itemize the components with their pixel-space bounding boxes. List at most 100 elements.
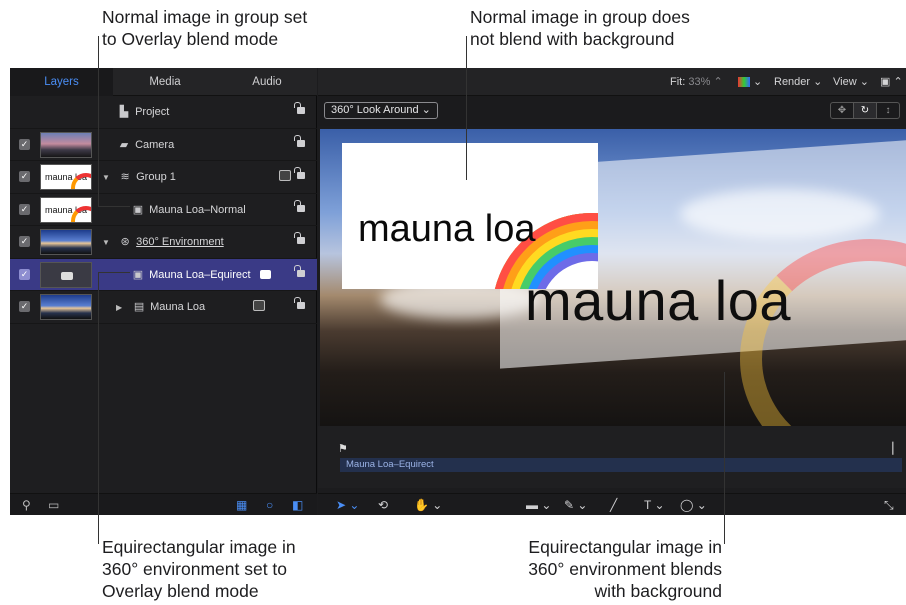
timeline-clip-label: Mauna Loa–Equirect (346, 459, 434, 470)
mask-icon[interactable]: ○ (266, 497, 273, 513)
camera-icon: ▰ (119, 138, 129, 151)
leader-line (466, 36, 467, 180)
look-around-menu[interactable]: 360° Look Around ⌄ (324, 102, 438, 119)
layer-checkbox[interactable]: ✓ (19, 236, 30, 247)
layer-thumbnail (40, 131, 92, 158)
lock-icon[interactable] (294, 297, 305, 309)
canvas-viewer[interactable]: mauna loa mauna loa (320, 129, 906, 426)
shape-tool-icon[interactable]: ▬ ⌄ (526, 494, 551, 515)
tab-media[interactable]: Media (113, 68, 217, 96)
stack-icon[interactable]: ◧ (292, 497, 303, 513)
checker-icon[interactable]: ▦ (236, 497, 247, 513)
end-marker-icon[interactable]: ⎮ (890, 442, 896, 456)
clip-icon (253, 300, 265, 311)
bezier-tool-icon[interactable]: ✎ ⌄ (564, 494, 587, 515)
callout-line: Equirectangular image in (528, 537, 722, 557)
layer-label: Mauna Loa (150, 301, 206, 313)
layer-label: Camera (135, 138, 175, 151)
layer-checkbox[interactable]: ✓ (19, 203, 30, 215)
group-icon: ≋ (120, 171, 130, 183)
mini-timeline: ⚑ ⎮ Mauna Loa–Equirect (318, 426, 906, 488)
callout-line: 360° environment set to (102, 559, 288, 579)
callout-bottom-left: Equirectangular image in 360° environmen… (102, 536, 296, 602)
layer-label: Group 1 (136, 171, 176, 183)
layer-checkbox[interactable]: ✓ (19, 138, 30, 150)
badge-icon (259, 270, 271, 280)
layer-label: Mauna Loa–Equirect (149, 268, 251, 281)
render-menu[interactable]: Render ⌄ (774, 68, 822, 96)
layer-row-group-1[interactable]: ✓ mauna loa ▼ ≋ Group 1 (10, 161, 317, 194)
color-channels-icon[interactable]: ⌄ (738, 68, 762, 96)
layer-row-project[interactable]: ▙ Project (10, 96, 317, 129)
layer-thumbnail: mauna loa (40, 164, 92, 190)
leader-line (98, 272, 99, 544)
normal-image-card: mauna loa (342, 143, 598, 289)
lock-icon[interactable] (294, 167, 305, 179)
layer-thumbnail: mauna loa (40, 196, 92, 223)
layer-checkbox[interactable]: ✓ (19, 301, 30, 312)
layer-row-mauna-loa-normal[interactable]: ✓ mauna loa ▣ Mauna Loa–Normal (10, 194, 317, 226)
callout-line: to Overlay blend mode (102, 29, 279, 49)
leader-line (98, 36, 99, 206)
fit-label: Fit: (670, 76, 686, 88)
thumbnail-toggle-icon[interactable]: ▭ (48, 497, 59, 513)
window-layout-icon[interactable]: ▣ ⌃ (880, 68, 903, 96)
text-tool-icon[interactable]: T ⌄ (644, 494, 665, 515)
environment-icon: ⊛ (120, 236, 130, 248)
layers-panel: Layers Media Audio ▙ Project ✓ ▰ Camera (10, 68, 317, 515)
layer-row-camera[interactable]: ✓ ▰ Camera (10, 129, 317, 161)
leader-line (98, 206, 130, 207)
select-tool-icon[interactable]: ➤ ⌄ (336, 494, 359, 515)
lock-icon[interactable] (294, 232, 305, 244)
callout-top-right: Normal image in group does not blend wit… (470, 6, 690, 50)
look-around-label: 360° Look Around (331, 104, 419, 116)
callout-line: not blend with background (470, 29, 675, 49)
layer-label: Mauna Loa–Normal (149, 203, 246, 216)
lock-icon[interactable] (294, 134, 305, 147)
lock-icon[interactable] (294, 264, 305, 277)
expand-icon[interactable]: ⤡ (884, 494, 894, 515)
callout-line: 360° environment blends (528, 559, 722, 579)
card-text: mauna loa (358, 208, 536, 250)
disclosure-triangle-icon[interactable]: ▼ (102, 162, 114, 194)
layer-checkbox[interactable]: ✓ (19, 171, 30, 182)
mask-tool-icon[interactable]: ◯ ⌄ (680, 494, 707, 515)
project-icon: ▙ (119, 106, 129, 118)
canvas-subtoolbar: 360° Look Around ⌄ ✥ ↻ ↕ (318, 96, 906, 126)
leader-line (98, 272, 130, 273)
disclosure-triangle-right-icon[interactable]: ▶ (116, 292, 128, 324)
layer-row-mauna-loa-equirect[interactable]: ✓ ▣ Mauna Loa–Equirect (10, 258, 317, 291)
layer-row-mauna-loa[interactable]: ✓ ▶ ▤ Mauna Loa (10, 291, 317, 324)
fit-menu[interactable]: Fit: 33% ⌃ (670, 68, 723, 96)
view-menu[interactable]: View ⌄ (833, 68, 869, 96)
layer-thumbnail (40, 261, 92, 288)
callout-top-left: Normal image in group set to Overlay ble… (102, 6, 307, 50)
tools-bar: ➤ ⌄ ⟲ ✋ ⌄ ▬ ⌄ ✎ ⌄ ╱ T ⌄ ◯ ⌄ ⤡ (318, 493, 906, 515)
fit-value: 33% (688, 76, 711, 88)
lock-icon[interactable] (294, 199, 305, 212)
image-icon: ▣ (132, 203, 144, 216)
lock-icon[interactable] (294, 102, 305, 114)
layer-thumbnail (40, 294, 92, 320)
dolly-view-icon[interactable]: ↕ (877, 103, 899, 118)
layer-row-360-environment[interactable]: ✓ ▼ ⊛ 360° Environment (10, 226, 317, 259)
pan-view-icon[interactable]: ✥ (831, 103, 854, 118)
canvas-area: Fit: 33% ⌃ ⌄ Render ⌄ View ⌄ ▣ ⌃ 360° Lo… (318, 68, 906, 515)
callout-line: Equirectangular image in (102, 537, 296, 557)
orbit-view-icon[interactable]: ↻ (854, 103, 877, 118)
layer-checkbox[interactable]: ✓ (19, 268, 30, 280)
layers-list: ▙ Project ✓ ▰ Camera ✓ mauna loa ▼ ≋ Gro… (10, 96, 317, 324)
transform-tool-icon[interactable]: ⟲ (378, 494, 388, 515)
callout-line: Normal image in group does (470, 7, 690, 27)
disclosure-triangle-icon[interactable]: ▼ (102, 227, 114, 259)
view-label: View (833, 76, 857, 88)
paint-tool-icon[interactable]: ╱ (610, 494, 617, 515)
playhead-icon[interactable]: ⚑ (338, 442, 348, 456)
layer-label: 360° Environment (136, 236, 224, 248)
callout-line: Normal image in group set (102, 7, 308, 27)
tab-audio[interactable]: Audio (217, 68, 317, 96)
search-icon[interactable]: ⚲ (22, 497, 31, 513)
view-mode-buttons: ✥ ↻ ↕ (830, 102, 900, 119)
hand-tool-icon[interactable]: ✋ ⌄ (414, 494, 442, 515)
render-label: Render (774, 76, 811, 88)
